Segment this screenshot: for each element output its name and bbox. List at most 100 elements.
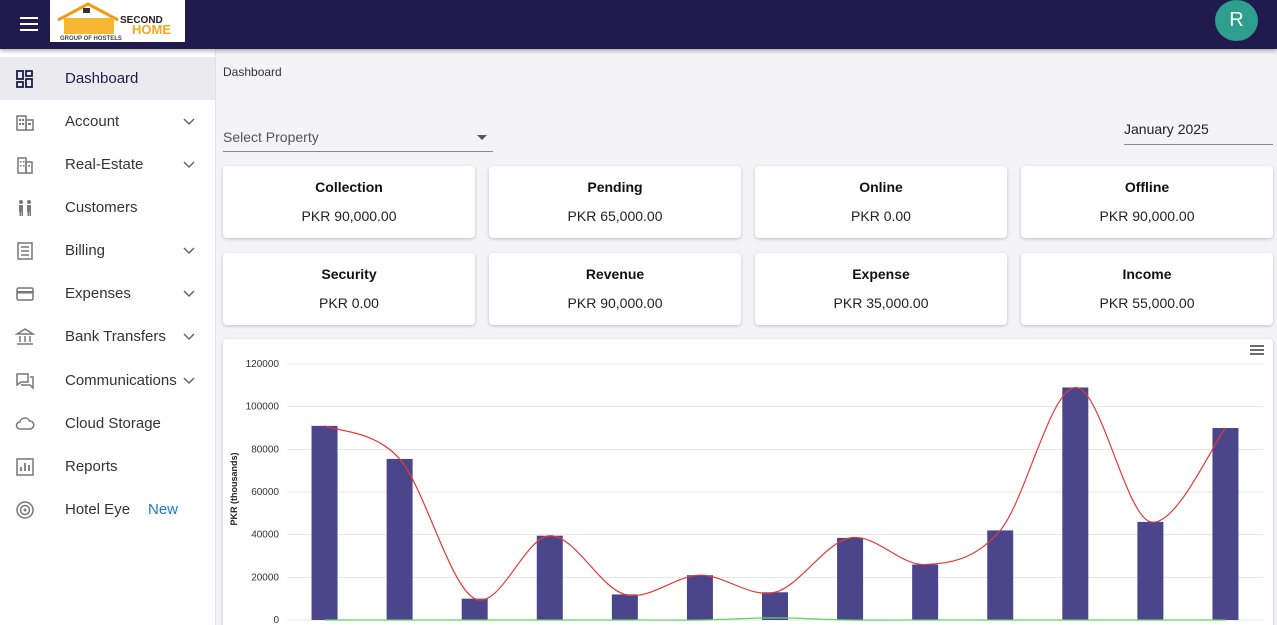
- stat-card-value: PKR 90,000.00: [301, 208, 397, 224]
- apartment-icon: [17, 157, 33, 174]
- chevron-down-icon: [183, 333, 195, 341]
- hamburger-menu-icon[interactable]: [14, 12, 44, 36]
- dashboard-icon: [16, 70, 33, 88]
- chart-menu-icon[interactable]: [1250, 344, 1266, 356]
- stat-card-offline: Offline PKR 90,000.00: [1021, 166, 1273, 238]
- stat-card-title: Collection: [315, 179, 383, 195]
- bar[interactable]: [1137, 521, 1164, 620]
- sidebar-item-label: Hotel Eye: [65, 501, 131, 518]
- property-select[interactable]: Select Property: [223, 125, 493, 152]
- stat-card-title: Security: [321, 266, 377, 282]
- stat-card-title: Online: [859, 179, 903, 195]
- bar[interactable]: [611, 594, 638, 620]
- y-tick-label: 120000: [246, 359, 280, 370]
- y-axis-label: PKR (thousands): [229, 452, 239, 525]
- sidebar-item-label: Communications: [65, 372, 177, 389]
- chevron-down-icon: [183, 161, 195, 169]
- bar[interactable]: [386, 458, 413, 620]
- new-badge: New: [148, 501, 179, 518]
- bar-chart-icon: [16, 458, 34, 476]
- month-picker-value: January 2025: [1124, 121, 1209, 137]
- bar[interactable]: [311, 425, 338, 620]
- month-picker[interactable]: January 2025: [1124, 116, 1273, 145]
- stat-card-income: Income PKR 55,000.00: [1021, 253, 1273, 325]
- chevron-down-icon: [183, 290, 195, 298]
- chevron-down-icon: [183, 377, 195, 385]
- stat-card-title: Pending: [587, 179, 643, 195]
- bar[interactable]: [461, 598, 488, 620]
- sidebar-item-label: Billing: [65, 242, 106, 259]
- svg-text:GROUP OF HOSTELS: GROUP OF HOSTELS: [60, 36, 122, 42]
- top-app-bar: SECOND HOME GROUP OF HOSTELS R: [0, 0, 1277, 49]
- stat-card-value: PKR 90,000.00: [1099, 208, 1195, 224]
- sidebar-nav: Dashboard Account Real-Estate Customers …: [0, 49, 216, 625]
- y-tick-label: 40000: [251, 530, 279, 541]
- sidebar-item-reports[interactable]: Reports: [0, 445, 215, 488]
- sidebar-item-cloud-storage[interactable]: Cloud Storage: [0, 402, 215, 445]
- y-tick-label: 20000: [251, 572, 279, 583]
- sidebar-item-label: Reports: [65, 458, 118, 475]
- stat-card-security: Security PKR 0.00: [223, 253, 475, 325]
- sidebar-item-account[interactable]: Account: [0, 100, 215, 143]
- sidebar-item-hotel-eye[interactable]: Hotel Eye New: [0, 488, 215, 531]
- y-tick-label: 80000: [251, 444, 279, 455]
- sidebar-item-billing[interactable]: Billing: [0, 229, 215, 272]
- sidebar-item-label: Cloud Storage: [65, 415, 161, 432]
- breadcrumb: Dashboard: [223, 65, 282, 79]
- stat-card-value: PKR 55,000.00: [1099, 295, 1195, 311]
- chevron-down-icon: [183, 247, 195, 255]
- sidebar-item-communications[interactable]: Communications: [0, 359, 215, 402]
- bank-icon: [15, 328, 35, 345]
- sidebar-item-label: Real-Estate: [65, 156, 144, 173]
- monthly-chart: 0 20000 40000 60000 80000 100000 120000 PKR (t…: [229, 359, 1263, 625]
- y-tick-label: 60000: [251, 487, 279, 498]
- bar[interactable]: [1062, 387, 1089, 620]
- stat-card-value: PKR 0.00: [319, 295, 379, 311]
- trend-line-red: [324, 386, 1226, 601]
- stat-card-expense: Expense PKR 35,000.00: [755, 253, 1007, 325]
- bar[interactable]: [837, 537, 864, 620]
- bar[interactable]: [1212, 428, 1239, 620]
- building-icon: [16, 115, 34, 131]
- y-tick-label: 100000: [246, 402, 280, 413]
- people-icon: [19, 200, 31, 216]
- sidebar-item-expenses[interactable]: Expenses: [0, 272, 215, 315]
- sidebar-item-dashboard[interactable]: Dashboard: [0, 57, 215, 100]
- property-select-placeholder: Select Property: [223, 129, 319, 145]
- stat-card-collection: Collection PKR 90,000.00: [223, 166, 475, 238]
- radar-icon: [16, 501, 34, 519]
- user-avatar[interactable]: R: [1215, 0, 1258, 41]
- stat-card-value: PKR 35,000.00: [833, 295, 929, 311]
- sidebar-item-label: Bank Transfers: [65, 328, 166, 345]
- cloud-icon: [15, 417, 35, 430]
- svg-text:HOME: HOME: [132, 22, 171, 37]
- stat-card-title: Expense: [852, 266, 910, 282]
- bar[interactable]: [987, 530, 1014, 620]
- stat-card-title: Offline: [1124, 179, 1170, 195]
- bar[interactable]: [762, 592, 788, 620]
- bar[interactable]: [686, 575, 713, 620]
- stat-card-value: PKR 0.00: [851, 208, 911, 224]
- sidebar-item-label: Customers: [65, 199, 138, 216]
- chat-icon: [16, 373, 34, 390]
- dropdown-arrow-icon: [477, 135, 487, 140]
- receipt-icon: [17, 242, 33, 260]
- bar[interactable]: [536, 535, 563, 620]
- sidebar-item-label: Dashboard: [65, 70, 139, 87]
- chevron-down-icon: [183, 118, 195, 126]
- credit-card-icon: [16, 287, 34, 301]
- stat-card-value: PKR 65,000.00: [567, 208, 663, 224]
- stat-card-title: Revenue: [585, 266, 645, 282]
- sidebar-item-real-estate[interactable]: Real-Estate: [0, 143, 215, 186]
- stat-card-title: Income: [1122, 266, 1172, 282]
- sidebar-item-label: Expenses: [65, 285, 131, 302]
- stat-card-revenue: Revenue PKR 90,000.00: [489, 253, 741, 325]
- stat-card-value: PKR 90,000.00: [567, 295, 663, 311]
- company-logo[interactable]: SECOND HOME GROUP OF HOSTELS: [50, 0, 185, 42]
- y-tick-label: 0: [273, 615, 279, 625]
- stat-card-pending: Pending PKR 65,000.00: [489, 166, 741, 238]
- stat-card-online: Online PKR 0.00: [755, 166, 1007, 238]
- sidebar-item-customers[interactable]: Customers: [0, 186, 215, 229]
- sidebar-item-bank-transfers[interactable]: Bank Transfers: [0, 315, 215, 358]
- bar[interactable]: [912, 564, 939, 620]
